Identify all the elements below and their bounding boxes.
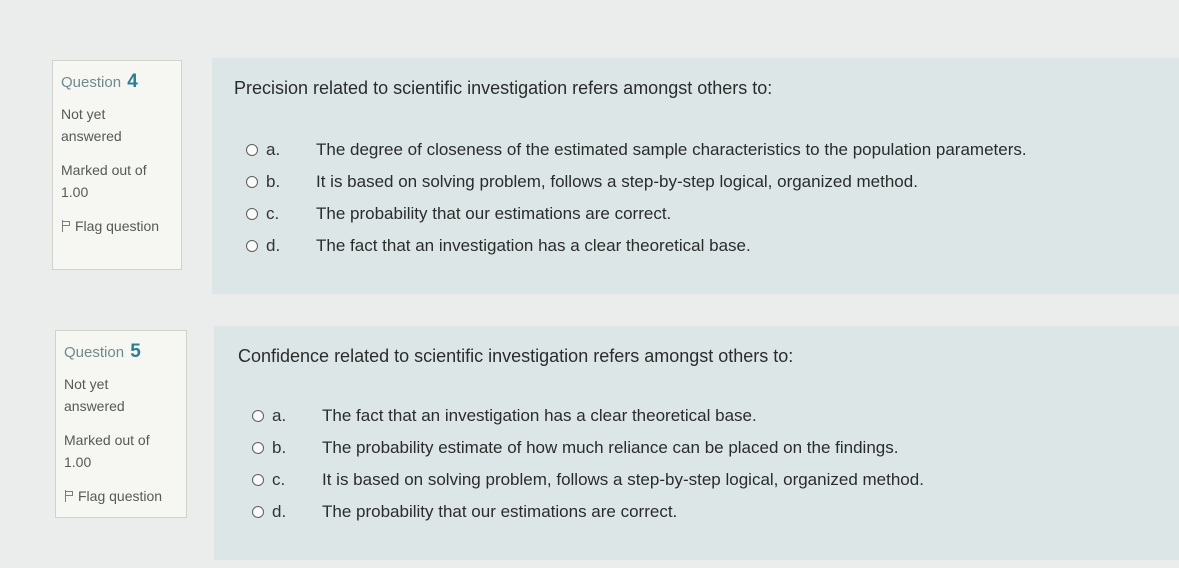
answer-option-a[interactable]: a. The fact that an investigation has a … xyxy=(252,400,924,432)
radio-button[interactable] xyxy=(246,144,258,156)
option-text: The fact that an investigation has a cle… xyxy=(316,236,751,255)
answer-option-d[interactable]: d. The fact that an investigation has a … xyxy=(246,230,1027,262)
radio-button[interactable] xyxy=(252,506,264,518)
question-number: Question 5 xyxy=(64,341,141,362)
radio-button[interactable] xyxy=(246,176,258,188)
radio-button[interactable] xyxy=(246,208,258,220)
option-text: The probability that our estimations are… xyxy=(316,204,672,223)
radio-button[interactable] xyxy=(252,442,264,454)
question-grade: Marked out of 1.00 xyxy=(61,162,147,200)
answer-option-d[interactable]: d. The probability that our estimations … xyxy=(252,496,924,528)
question-number: Question 4 xyxy=(61,71,138,92)
option-letter: c. xyxy=(272,470,286,489)
answer-option-b[interactable]: b. It is based on solving problem, follo… xyxy=(246,166,1027,198)
answer-options: a. The fact that an investigation has a … xyxy=(252,400,924,528)
question-state: Not yet answered xyxy=(61,106,122,144)
question-5-info: Question 5 Not yet answered Marked out o… xyxy=(55,330,187,518)
question-4-content: Precision related to scientific investig… xyxy=(212,58,1179,294)
option-text: The fact that an investigation has a cle… xyxy=(322,406,757,425)
radio-button[interactable] xyxy=(252,410,264,422)
answer-option-b[interactable]: b. The probability estimate of how much … xyxy=(252,432,924,464)
question-text: Confidence related to scientific investi… xyxy=(238,346,794,366)
answer-options: a. The degree of closeness of the estima… xyxy=(246,134,1027,262)
option-text: It is based on solving problem, follows … xyxy=(322,470,924,489)
option-letter: c. xyxy=(266,204,280,223)
question-grade: Marked out of 1.00 xyxy=(64,432,150,470)
question-4-info: Question 4 Not yet answered Marked out o… xyxy=(52,60,182,270)
flag-icon xyxy=(64,490,74,502)
answer-option-c[interactable]: c. It is based on solving problem, follo… xyxy=(252,464,924,496)
question-5-content: Confidence related to scientific investi… xyxy=(214,326,1179,560)
radio-button[interactable] xyxy=(246,240,258,252)
question-number-value: 5 xyxy=(130,341,141,362)
option-letter: a. xyxy=(266,140,281,159)
question-state: Not yet answered xyxy=(64,376,125,414)
option-letter: a. xyxy=(272,406,287,425)
flag-question-link[interactable]: Flag question xyxy=(61,215,173,237)
flag-icon xyxy=(61,220,71,232)
radio-button[interactable] xyxy=(252,474,264,486)
question-text: Precision related to scientific investig… xyxy=(234,78,773,98)
option-letter: b. xyxy=(272,438,287,457)
option-text: The degree of closeness of the estimated… xyxy=(316,140,1027,159)
option-letter: d. xyxy=(266,236,281,255)
option-text: The probability estimate of how much rel… xyxy=(322,438,899,457)
option-text: It is based on solving problem, follows … xyxy=(316,172,918,191)
option-letter: b. xyxy=(266,172,281,191)
answer-option-a[interactable]: a. The degree of closeness of the estima… xyxy=(246,134,1027,166)
option-text: The probability that our estimations are… xyxy=(322,502,678,521)
flag-question-link[interactable]: Flag question xyxy=(64,485,178,507)
option-letter: d. xyxy=(272,502,287,521)
answer-option-c[interactable]: c. The probability that our estimations … xyxy=(246,198,1027,230)
question-number-value: 4 xyxy=(127,71,138,92)
